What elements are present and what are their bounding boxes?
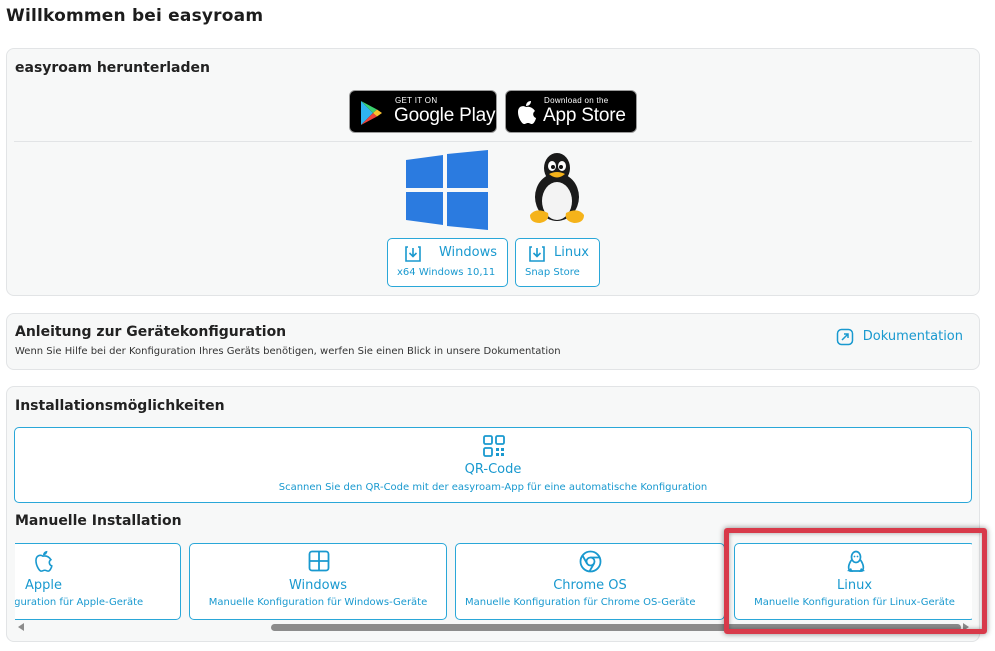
external-link-icon xyxy=(836,328,854,346)
windows-download-sub: x64 Windows 10,11 xyxy=(397,267,496,278)
page-title: Willkommen bei easyroam xyxy=(6,6,264,26)
install-title: Installationsmöglichkeiten xyxy=(15,398,225,414)
guide-title: Anleitung zur Gerätekonfiguration xyxy=(15,324,287,340)
guide-card: Anleitung zur Gerätekonfiguration Wenn S… xyxy=(6,313,980,370)
documentation-link-label: Dokumentation xyxy=(862,329,963,344)
app-store-badge[interactable]: Download on the App Store xyxy=(505,90,637,133)
windows-download-button[interactable]: Windows x64 Windows 10,11 xyxy=(387,238,508,287)
windows-logo xyxy=(406,150,488,230)
qr-code-label: QR-Code xyxy=(464,462,522,477)
platform-apple-description: Manuelle Konfiguration für Apple-Geräte xyxy=(15,597,144,608)
google-play-big: Google Play xyxy=(394,105,496,126)
linux-download-label: Linux xyxy=(553,245,589,260)
platform-chrome-os-name: Chrome OS xyxy=(553,578,627,593)
download-icon xyxy=(529,246,545,262)
highlight-box xyxy=(724,528,987,634)
google-play-small: GET IT ON xyxy=(395,96,438,105)
platform-apple-name: Apple xyxy=(24,578,62,593)
scroll-left-arrow[interactable] xyxy=(18,623,24,631)
app-store-big: App Store xyxy=(543,105,626,126)
platform-windows-description: Manuelle Konfiguration für Windows-Gerät… xyxy=(208,597,428,608)
divider xyxy=(14,141,972,142)
chrome-icon xyxy=(579,550,602,573)
download-title: easyroam herunterladen xyxy=(15,60,210,76)
platform-windows-name: Windows xyxy=(288,578,348,593)
guide-description: Wenn Sie Hilfe bei der Konfiguration Ihr… xyxy=(15,346,561,357)
app-store-small: Download on the xyxy=(544,96,609,105)
platform-windows[interactable]: Windows Manuelle Konfiguration für Windo… xyxy=(189,543,447,620)
windows-download-label: Windows xyxy=(438,245,497,260)
linux-download-sub: Snap Store xyxy=(525,267,580,278)
qr-code-description: Scannen Sie den QR-Code mit der easyroam… xyxy=(278,482,708,493)
qr-code-option[interactable]: QR-Code Scannen Sie den QR-Code mit der … xyxy=(14,427,972,503)
google-play-icon xyxy=(361,101,382,125)
documentation-link[interactable]: Dokumentation xyxy=(836,328,963,346)
apple-icon xyxy=(35,550,53,572)
qr-code-icon xyxy=(483,435,505,457)
apple-icon xyxy=(518,101,536,124)
linux-download-button[interactable]: Linux Snap Store xyxy=(515,238,600,287)
tux-logo xyxy=(530,153,584,223)
download-card: easyroam herunterladen GET IT ON Google … xyxy=(6,48,980,296)
google-play-badge[interactable]: GET IT ON Google Play xyxy=(349,90,497,133)
manual-install-title: Manuelle Installation xyxy=(15,513,182,529)
platform-chrome-os[interactable]: Chrome OS Manuelle Konfiguration für Chr… xyxy=(455,543,725,620)
platform-apple[interactable]: Apple Manuelle Konfiguration für Apple-G… xyxy=(15,543,181,620)
platform-chrome-os-description: Manuelle Konfiguration für Chrome OS-Ger… xyxy=(465,597,696,608)
windows-icon xyxy=(308,550,330,572)
download-icon xyxy=(405,246,421,262)
